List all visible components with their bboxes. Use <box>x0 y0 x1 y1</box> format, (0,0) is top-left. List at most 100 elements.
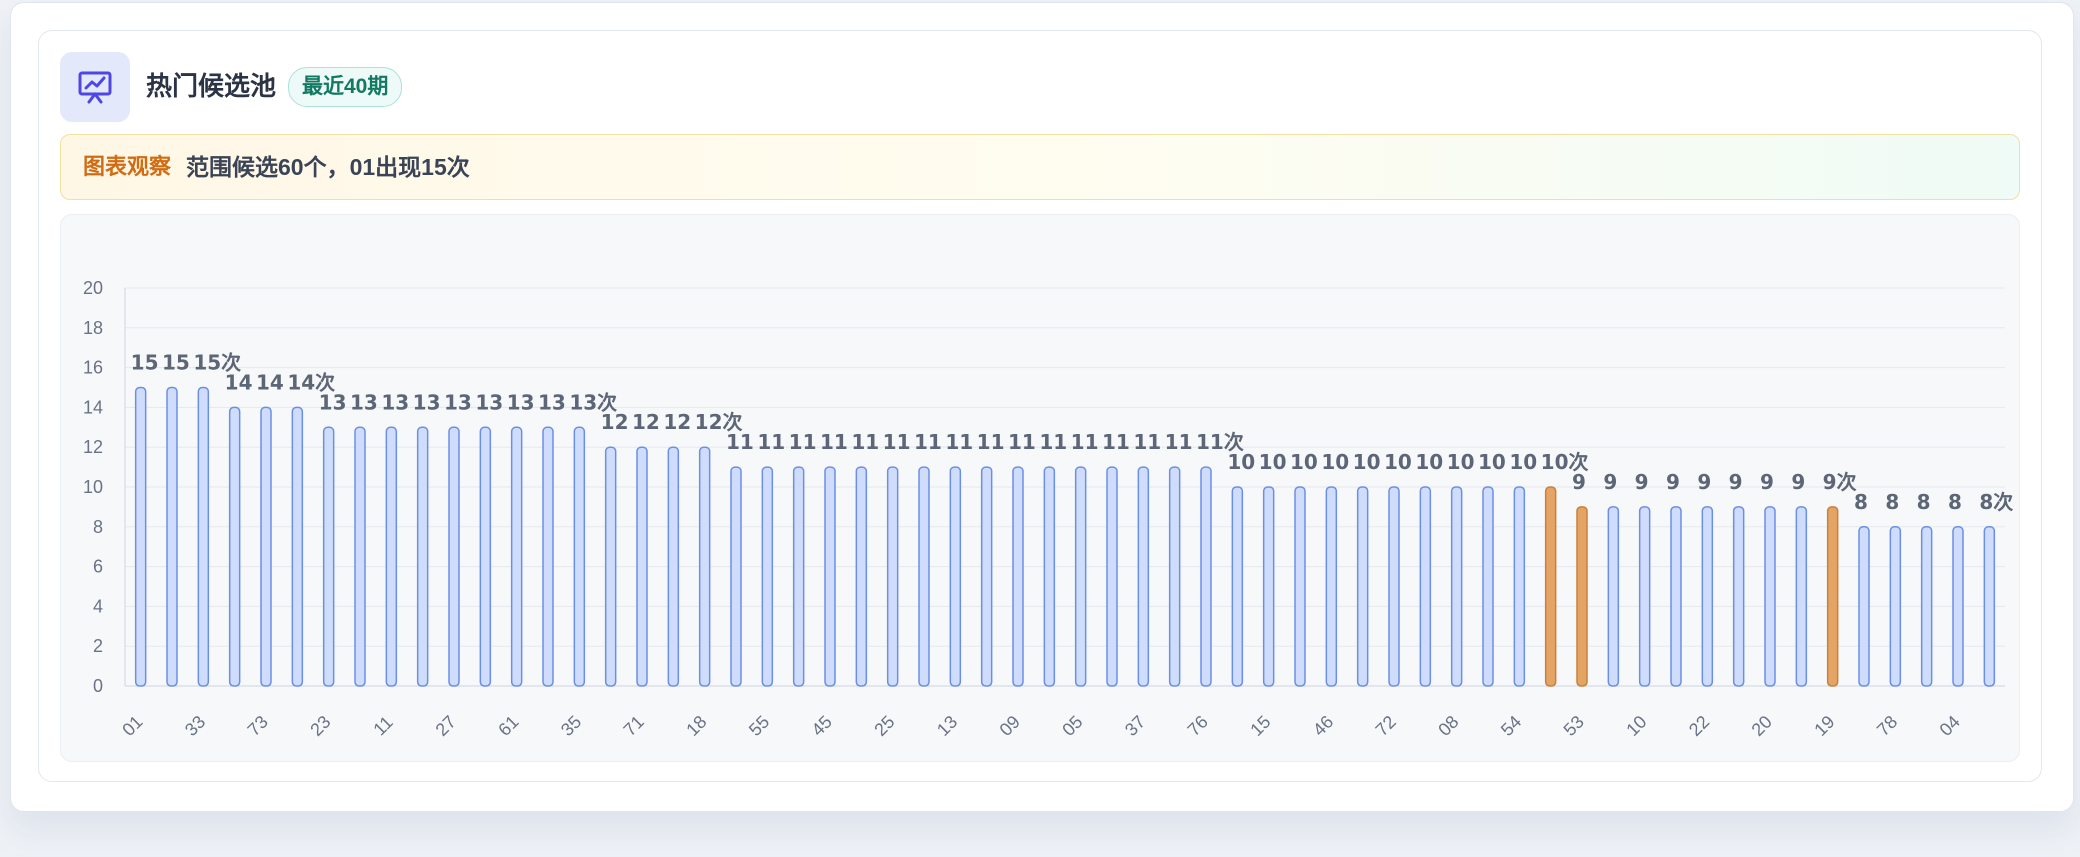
bar-57 <box>1795 506 1808 687</box>
bar-count-label: 10 <box>1509 450 1537 474</box>
bar-01 <box>134 386 147 687</box>
bar-25 <box>886 466 899 687</box>
bar-18 <box>698 446 711 687</box>
bar-80 <box>792 466 805 687</box>
bar-count-label: 9 <box>1603 470 1617 494</box>
bar-05 <box>1074 466 1087 687</box>
bar-count-label: 12 <box>663 410 691 434</box>
bar-38 <box>1670 506 1682 687</box>
bar-count-label: 10 <box>1353 450 1381 474</box>
bar-count-label: 11 <box>977 430 1005 454</box>
x-tick-label: 35 <box>557 712 585 740</box>
bar-count-label: 13 <box>507 390 535 414</box>
bar-count-label: 13 <box>538 390 566 414</box>
bar-count-label: 9 <box>1666 470 1680 494</box>
x-tick-label: 18 <box>682 712 710 740</box>
bar-07 <box>166 386 178 687</box>
presentation-chart-icon <box>60 52 130 122</box>
period-badge: 最近40期 <box>288 67 403 107</box>
x-tick-label: 10 <box>1622 712 1650 740</box>
y-tick-label: 12 <box>83 437 103 457</box>
bar-count-label: 8 <box>1917 490 1931 514</box>
bar-13 <box>949 466 962 687</box>
x-tick-label: 61 <box>494 712 522 740</box>
bar-count-label: 11 <box>1039 430 1067 454</box>
bar-11 <box>385 426 398 687</box>
x-tick-label: 76 <box>1184 712 1212 740</box>
bar-count-label: 14 <box>256 370 284 394</box>
x-tick-label: 33 <box>181 712 209 740</box>
bar-71 <box>636 446 648 687</box>
bar-count-label: 9 <box>1729 470 1743 494</box>
bar-45 <box>824 466 836 687</box>
bar-27 <box>448 426 460 687</box>
bar-76 <box>1200 466 1212 687</box>
bar-68 <box>1920 526 1933 687</box>
bar-count-label: 11 <box>1102 430 1130 454</box>
bar-count-label: 8 <box>1885 490 1899 514</box>
bar-52 <box>479 426 492 687</box>
bar-64 <box>354 426 366 687</box>
bar-count-label: 14 <box>225 370 253 394</box>
x-tick-label: 09 <box>996 712 1024 740</box>
bar-22 <box>1701 506 1714 687</box>
y-tick-label: 6 <box>93 557 103 577</box>
insight-banner: 图表观察 范围候选60个，01出现15次 <box>60 134 2020 200</box>
bar-count-label: 11 <box>1133 430 1161 454</box>
bar-count-label: 9 <box>1635 470 1649 494</box>
bar-72 <box>1388 486 1400 687</box>
y-tick-label: 8 <box>93 517 103 537</box>
bar-count-label: 8 <box>1854 490 1868 514</box>
bar-count-label: 11 <box>883 430 911 454</box>
bar-count-label: 10 <box>1321 450 1349 474</box>
bar-count-label: 12 <box>632 410 660 434</box>
y-tick-label: 0 <box>93 676 103 696</box>
bar-79 <box>1858 526 1870 687</box>
x-tick-label: 20 <box>1748 712 1776 740</box>
bar-14 <box>416 426 429 687</box>
bar-23 <box>322 426 335 687</box>
bar-42 <box>228 406 241 687</box>
bar-04 <box>1952 526 1964 687</box>
bar-53 <box>1576 506 1588 687</box>
x-tick-label: 71 <box>620 712 648 740</box>
bar-44 <box>1607 506 1620 687</box>
x-tick-label: 08 <box>1434 712 1462 740</box>
bar-20 <box>1764 506 1776 687</box>
x-tick-label: 46 <box>1309 712 1337 740</box>
bar-count-label: 9次 <box>1823 470 1857 494</box>
bar-78 <box>1889 526 1902 687</box>
bar-count-label: 13 <box>319 390 347 414</box>
bar-41 <box>1356 486 1369 687</box>
x-tick-label: 55 <box>745 712 773 740</box>
bar-count-label: 10 <box>1478 450 1506 474</box>
bar-count-label: 11 <box>820 430 848 454</box>
y-tick-label: 18 <box>83 318 103 338</box>
x-tick-label: 15 <box>1246 712 1274 740</box>
bar-count-label: 11 <box>757 430 785 454</box>
bar-count-label: 9 <box>1760 470 1774 494</box>
bar-15 <box>1262 486 1275 687</box>
bar-count-label: 11 <box>1071 430 1099 454</box>
bar-29 <box>1544 486 1557 687</box>
x-tick-label: 04 <box>1936 712 1964 740</box>
bar-39 <box>291 406 304 687</box>
bar-10 <box>1638 506 1651 687</box>
bar-count-label: 9 <box>1697 470 1711 494</box>
bar-61 <box>510 426 523 687</box>
bar-count-label: 10 <box>1259 450 1287 474</box>
bar-count-label: 10 <box>1384 450 1412 474</box>
x-tick-label: 23 <box>306 712 334 740</box>
bar-37 <box>1137 466 1150 687</box>
y-tick-label: 16 <box>83 358 103 378</box>
bar-74 <box>855 466 868 687</box>
bar-53 <box>1043 466 1056 687</box>
insight-text: 范围候选60个，01出现15次 <box>186 154 470 180</box>
y-tick-label: 14 <box>83 397 103 417</box>
y-tick-label: 2 <box>93 636 103 656</box>
x-tick-label: 53 <box>1560 712 1588 740</box>
bar-63 <box>1231 486 1244 687</box>
bar-08 <box>1450 486 1463 687</box>
bar-54 <box>1513 486 1526 687</box>
bar-48 <box>1482 486 1494 687</box>
